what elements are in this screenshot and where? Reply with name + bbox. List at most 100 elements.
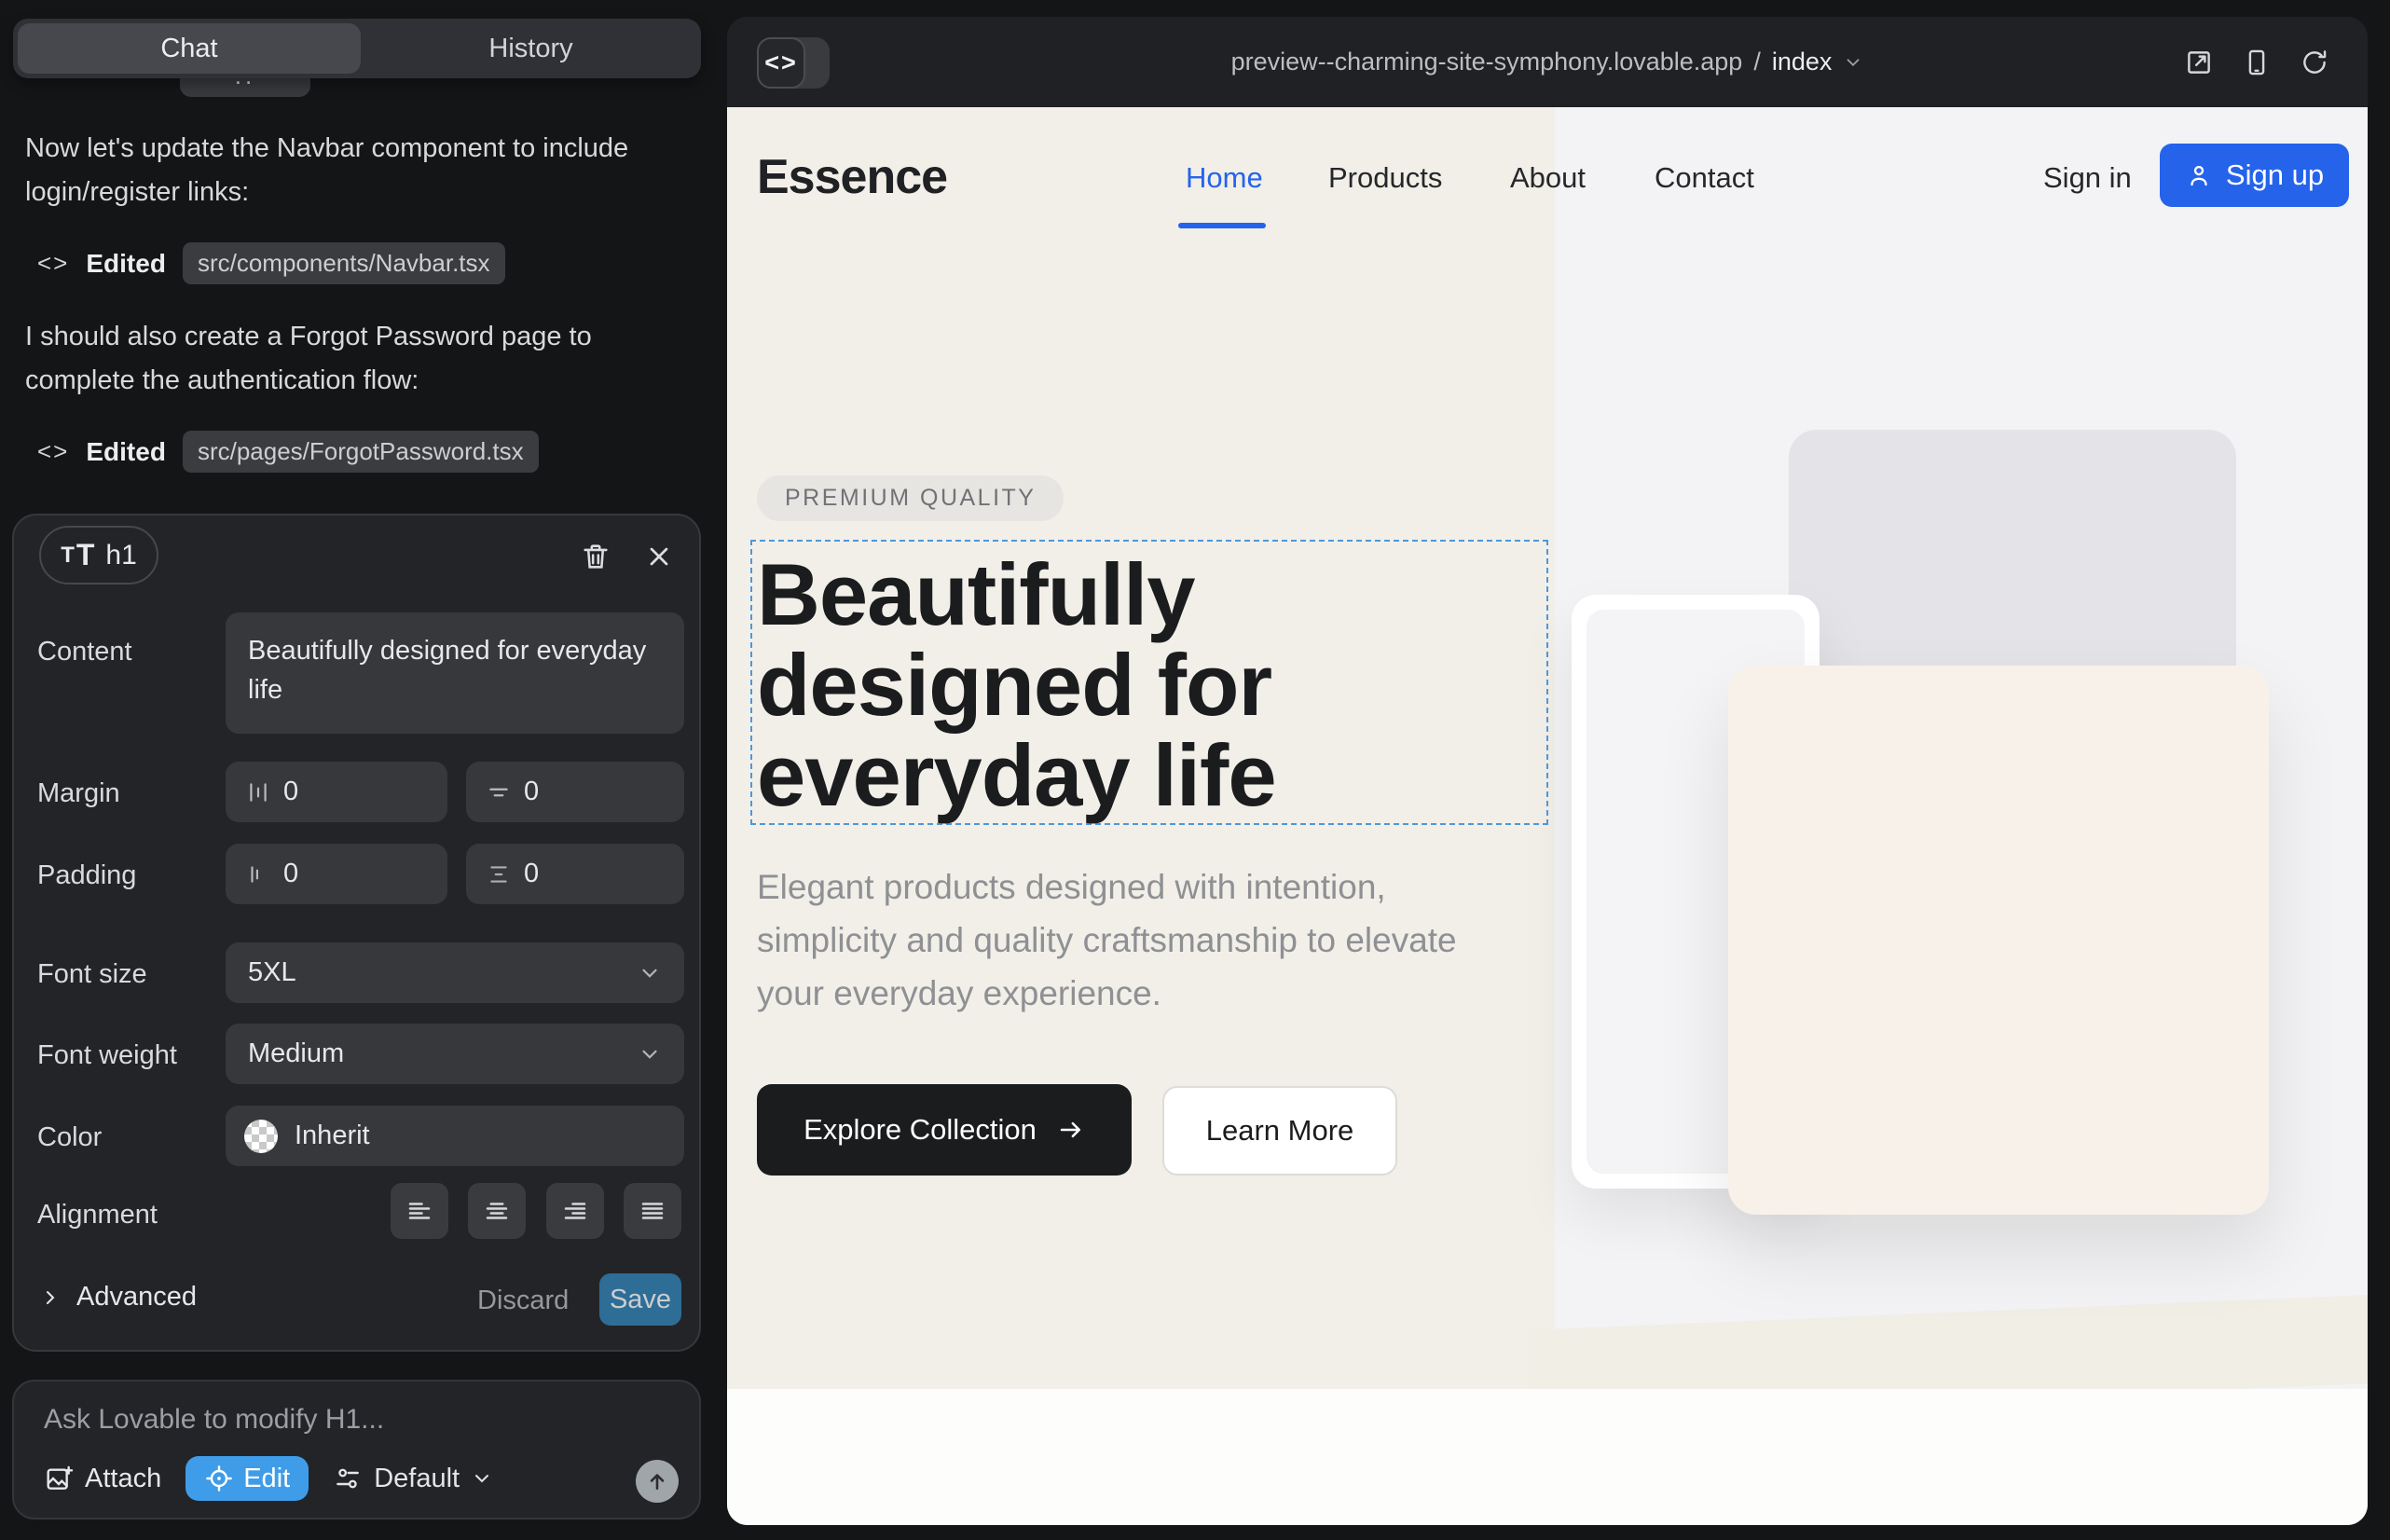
preview-toolbar: <> preview--charming-site-symphony.lovab… [727, 17, 2368, 107]
advanced-label: Advanced [76, 1282, 197, 1313]
hero-heading-line: Beautifully [757, 549, 1276, 639]
file-chip[interactable]: src/pages/ForgotPassword.tsx [183, 431, 539, 473]
padding-x-input[interactable]: 0 [226, 844, 447, 904]
color-value: Inherit [295, 1121, 370, 1151]
code-icon: <> [37, 437, 69, 466]
tab-chat[interactable]: Chat [18, 23, 361, 74]
padding-y-input[interactable]: 0 [466, 844, 684, 904]
padding-vertical-icon [487, 862, 511, 887]
chevron-down-icon [1843, 52, 1863, 73]
font-weight-select[interactable]: Medium [226, 1024, 684, 1084]
chevron-down-icon [638, 961, 662, 985]
selected-element-chip[interactable]: T T h1 [39, 526, 158, 584]
attach-label: Attach [85, 1464, 161, 1494]
sign-in-link[interactable]: Sign in [2043, 161, 2132, 195]
nav-link-about[interactable]: About [1510, 161, 1586, 195]
preview-frame: <> preview--charming-site-symphony.lovab… [727, 17, 2368, 1525]
section-below [727, 1389, 2368, 1525]
content-input[interactable]: Beautifully designed for everyday life [226, 612, 684, 734]
margin-x-value: 0 [283, 777, 298, 807]
toolbar-actions [2183, 17, 2330, 107]
attach-image-icon [44, 1464, 74, 1493]
align-right-icon [561, 1197, 589, 1225]
mode-select[interactable]: Default [333, 1464, 493, 1494]
open-external-button[interactable] [2183, 47, 2215, 78]
chevron-down-icon [638, 1042, 662, 1066]
attach-button[interactable]: Attach [44, 1464, 161, 1494]
tab-history[interactable]: History [361, 34, 701, 64]
close-panel-button[interactable] [640, 538, 678, 575]
learn-more-button[interactable]: Learn More [1162, 1086, 1397, 1176]
cta-primary-label: Explore Collection [804, 1113, 1037, 1147]
transparency-swatch-icon [244, 1120, 278, 1153]
mode-label: Default [374, 1464, 460, 1494]
composer-input[interactable]: Ask Lovable to modify H1... [44, 1404, 384, 1436]
url-separator: / [1753, 48, 1761, 76]
edit-label: Edit [243, 1464, 290, 1494]
composer-toolbar: Attach Edit Default [44, 1456, 493, 1501]
edited-file-row: <> Edited src/components/Navbar.tsx [37, 242, 505, 284]
hero-badge: PREMIUM QUALITY [757, 475, 1064, 521]
arrow-right-icon [1057, 1116, 1085, 1144]
hero-paragraph: Elegant products designed with intention… [757, 860, 1512, 1020]
align-right-button[interactable] [546, 1183, 604, 1239]
element-editor-panel: T T h1 Content Beautifully designed for … [12, 514, 701, 1352]
padding-label: Padding [37, 860, 136, 891]
arrow-up-icon [645, 1469, 669, 1493]
site-logo[interactable]: Essence [757, 149, 947, 205]
mobile-view-button[interactable] [2241, 47, 2273, 78]
sidebar-tabbar: Chat History [13, 19, 701, 78]
url-page: index [1772, 48, 1833, 76]
margin-y-value: 0 [524, 777, 539, 807]
chat-sidebar: .. Chat History Now let's update the Nav… [0, 0, 725, 1540]
chevron-right-icon [39, 1286, 62, 1309]
margin-x-input[interactable]: 0 [226, 762, 447, 822]
file-chip[interactable]: src/components/Navbar.tsx [183, 242, 505, 284]
edited-file-row: <> Edited src/pages/ForgotPassword.tsx [37, 431, 539, 473]
edited-label: Edited [86, 437, 166, 467]
user-icon [2185, 161, 2213, 189]
nav-link-contact[interactable]: Contact [1655, 161, 1754, 195]
font-weight-value: Medium [248, 1038, 344, 1069]
edit-mode-button[interactable]: Edit [185, 1456, 309, 1501]
margin-label: Margin [37, 778, 120, 809]
explore-collection-button[interactable]: Explore Collection [757, 1084, 1132, 1176]
send-button[interactable] [636, 1460, 679, 1503]
refresh-button[interactable] [2299, 47, 2330, 78]
margin-y-input[interactable]: 0 [466, 762, 684, 822]
delete-element-button[interactable] [577, 538, 614, 575]
discard-button[interactable]: Discard [477, 1286, 569, 1316]
site-canvas: Essence Home Products About Contact Sign… [727, 107, 2368, 1525]
alignment-label: Alignment [37, 1200, 158, 1231]
align-center-icon [483, 1197, 511, 1225]
padding-horizontal-icon [246, 862, 270, 887]
align-center-button[interactable] [468, 1183, 526, 1239]
font-size-label: Font size [37, 959, 147, 990]
hero-heading-line: designed for [757, 639, 1276, 730]
padding-x-value: 0 [283, 859, 298, 889]
sign-up-label: Sign up [2226, 158, 2324, 192]
chat-message: I should also create a Forgot Password p… [25, 315, 687, 403]
advanced-expander[interactable]: Advanced [39, 1282, 197, 1313]
hero-heading[interactable]: Beautifully designed for everyday life [757, 549, 1276, 820]
typography-icon: T [76, 538, 95, 572]
chat-composer: Ask Lovable to modify H1... Attach [12, 1380, 701, 1519]
font-size-select[interactable]: 5XL [226, 942, 684, 1003]
target-icon [204, 1464, 234, 1493]
font-size-value: 5XL [248, 957, 296, 988]
nav-link-products[interactable]: Products [1328, 161, 1442, 195]
close-icon [644, 542, 674, 571]
align-justify-button[interactable] [624, 1183, 681, 1239]
nav-link-home[interactable]: Home [1186, 161, 1263, 195]
edited-label: Edited [86, 249, 166, 279]
content-label: Content [37, 637, 132, 667]
align-left-button[interactable] [391, 1183, 448, 1239]
align-left-icon [405, 1197, 433, 1225]
url-bar[interactable]: preview--charming-site-symphony.lovable.… [727, 17, 2368, 107]
save-button[interactable]: Save [599, 1273, 681, 1326]
color-select[interactable]: Inherit [226, 1106, 684, 1166]
margin-vertical-icon [487, 780, 511, 804]
sliders-icon [333, 1464, 363, 1493]
code-icon: <> [37, 249, 69, 278]
sign-up-button[interactable]: Sign up [2160, 144, 2349, 207]
